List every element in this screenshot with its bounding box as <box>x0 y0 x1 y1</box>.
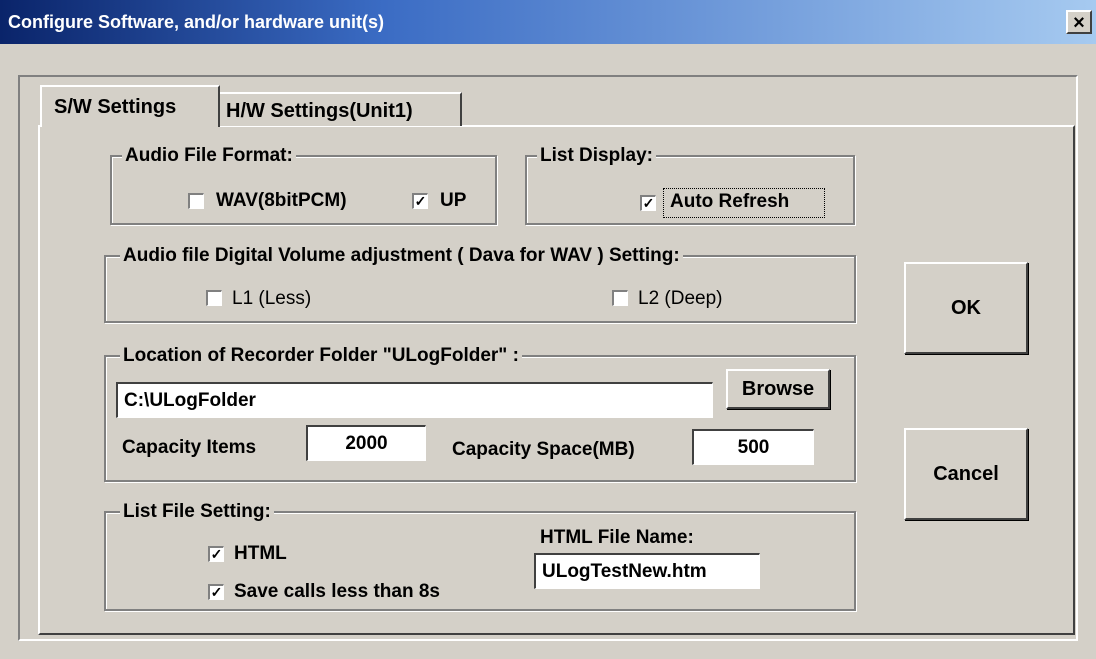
close-icon: × <box>1073 12 1085 34</box>
checkmark-icon: ✓ <box>210 546 223 562</box>
ok-button[interactable]: OK <box>904 262 1028 354</box>
volume-adjustment-group: Audio file Digital Volume adjustment ( D… <box>104 245 856 323</box>
group-legend: List File Setting: <box>120 501 274 523</box>
html-file-name-label: HTML File Name: <box>540 527 694 548</box>
folder-path-value: C:\ULogFolder <box>124 390 256 411</box>
tab-sw-settings[interactable]: S/W Settings <box>40 85 220 127</box>
save-short-calls-checkbox[interactable]: ✓ <box>208 584 224 600</box>
window-title-bar: Configure Software, and/or hardware unit… <box>0 0 1096 44</box>
window-title: Configure Software, and/or hardware unit… <box>8 12 385 32</box>
html-label: HTML <box>234 543 287 564</box>
auto-refresh-checkbox[interactable]: ✓ <box>640 195 656 211</box>
auto-refresh-label: Auto Refresh <box>670 191 790 212</box>
html-file-name-value: ULogTestNew.htm <box>542 561 707 582</box>
wav-checkbox[interactable] <box>188 193 204 209</box>
group-legend: Audio file Digital Volume adjustment ( D… <box>120 245 683 267</box>
capacity-space-value: 500 <box>737 437 770 458</box>
capacity-items-input[interactable]: 2000 <box>306 425 426 461</box>
audio-format-group: Audio File Format: WAV(8bitPCM) ✓ UP <box>110 145 497 225</box>
l2-checkbox[interactable] <box>612 290 628 306</box>
up-label: UP <box>440 190 467 211</box>
html-file-name-input[interactable]: ULogTestNew.htm <box>534 553 760 589</box>
list-display-group: List Display: ✓ Auto Refresh <box>525 145 855 225</box>
checkmark-icon: ✓ <box>642 195 655 211</box>
html-checkbox[interactable]: ✓ <box>208 546 224 562</box>
group-legend: Audio File Format: <box>122 145 296 167</box>
list-file-setting-group: List File Setting: ✓ HTML ✓ Save calls l… <box>104 501 856 611</box>
tab-label: S/W Settings <box>54 96 177 118</box>
browse-label: Browse <box>741 378 815 400</box>
recorder-folder-group: Location of Recorder Folder "ULogFolder"… <box>104 345 856 482</box>
l1-label: L1 (Less) <box>232 288 312 309</box>
capacity-space-input[interactable]: 500 <box>692 429 814 465</box>
up-checkbox[interactable]: ✓ <box>412 193 428 209</box>
ok-label: OK <box>951 297 981 319</box>
group-legend: List Display: <box>537 145 656 167</box>
checkmark-icon: ✓ <box>210 584 223 600</box>
close-button[interactable]: × <box>1066 10 1092 34</box>
cancel-label: Cancel <box>933 463 999 485</box>
checkmark-icon: ✓ <box>414 193 427 209</box>
save-short-calls-label: Save calls less than 8s <box>234 581 440 602</box>
capacity-items-label: Capacity Items <box>122 437 257 458</box>
tab-hw-settings[interactable]: H/W Settings(Unit1) <box>220 92 462 126</box>
wav-label: WAV(8bitPCM) <box>216 190 347 211</box>
browse-button[interactable]: Browse <box>726 369 830 409</box>
capacity-items-value: 2000 <box>345 433 388 454</box>
group-legend: Location of Recorder Folder "ULogFolder"… <box>120 345 522 367</box>
capacity-space-label: Capacity Space(MB) <box>452 439 635 460</box>
folder-path-input[interactable]: C:\ULogFolder <box>116 382 713 418</box>
tab-label: H/W Settings(Unit1) <box>226 100 413 122</box>
l1-checkbox[interactable] <box>206 290 222 306</box>
l2-label: L2 (Deep) <box>638 288 723 309</box>
cancel-button[interactable]: Cancel <box>904 428 1028 520</box>
